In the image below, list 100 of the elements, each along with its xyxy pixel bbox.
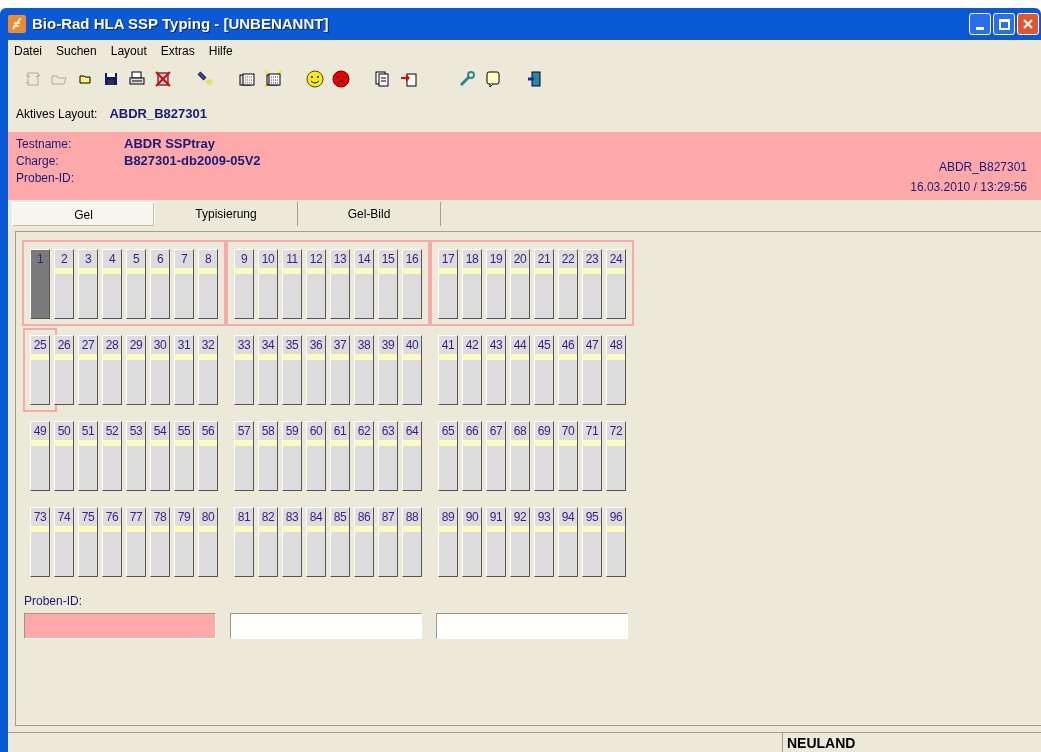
documents-icon[interactable] [374, 70, 392, 88]
gel-well-button[interactable]: 71 [582, 421, 602, 491]
gel-well-button[interactable]: 80 [198, 507, 218, 577]
gel-well-button[interactable]: 42 [462, 335, 482, 405]
gel-well-button[interactable]: 12 [306, 249, 326, 319]
sad-face-icon[interactable] [332, 70, 350, 88]
gel-well-button[interactable]: 89 [438, 507, 458, 577]
gel-well-button[interactable]: 95 [582, 507, 602, 577]
gel-well-button[interactable]: 58 [258, 421, 278, 491]
gel-well-button[interactable]: 44 [510, 335, 530, 405]
gel-well-button[interactable]: 54 [150, 421, 170, 491]
close-button[interactable] [1017, 13, 1039, 35]
gel-well-button[interactable]: 6 [150, 249, 170, 319]
gel-well-button[interactable]: 67 [486, 421, 506, 491]
gel-well-button[interactable]: 82 [258, 507, 278, 577]
gel-well-button[interactable]: 92 [510, 507, 530, 577]
gel-well-button[interactable]: 59 [282, 421, 302, 491]
gel-well-button[interactable]: 53 [126, 421, 146, 491]
menu-item[interactable]: Datei [14, 42, 42, 60]
gel-well-button[interactable]: 96 [606, 507, 626, 577]
gel-well-button[interactable]: 3 [78, 249, 98, 319]
gel-well-button[interactable]: 60 [306, 421, 326, 491]
gel-well-button[interactable]: 68 [510, 421, 530, 491]
gel-well-button[interactable]: 29 [126, 335, 146, 405]
gel-well-button[interactable]: 38 [354, 335, 374, 405]
gel-well-button[interactable]: 11 [282, 249, 302, 319]
gel-well-button[interactable]: 84 [306, 507, 326, 577]
gel-well-button[interactable]: 74 [54, 507, 74, 577]
gel-well-button[interactable]: 49 [30, 421, 50, 491]
gel-well-button[interactable]: 22 [558, 249, 578, 319]
gel-well-button[interactable]: 35 [282, 335, 302, 405]
gel-well-button[interactable]: 56 [198, 421, 218, 491]
gel-well-button[interactable]: 9 [234, 249, 254, 319]
sample-id-field[interactable] [24, 613, 216, 639]
tab[interactable]: Gel [12, 202, 155, 226]
gel-well-button[interactable]: 20 [510, 249, 530, 319]
wrench-icon[interactable] [458, 70, 476, 88]
menu-item[interactable]: Layout [110, 42, 147, 60]
gel-well-button[interactable]: 31 [174, 335, 194, 405]
gel-well-button[interactable]: 41 [438, 335, 458, 405]
gel-well-button[interactable]: 65 [438, 421, 458, 491]
gel-well-button[interactable]: 18 [462, 249, 482, 319]
gel-well-button[interactable]: 52 [102, 421, 122, 491]
gel-well-button[interactable]: 34 [258, 335, 278, 405]
gel-well-button[interactable]: 51 [78, 421, 98, 491]
gel-well-button[interactable]: 36 [306, 335, 326, 405]
gel-well-button[interactable]: 63 [378, 421, 398, 491]
gel-well-button[interactable]: 76 [102, 507, 122, 577]
gel-well-button[interactable]: 2 [54, 249, 74, 319]
menu-item[interactable]: Suchen [56, 42, 97, 60]
gel-well-button[interactable]: 47 [582, 335, 602, 405]
gel-well-button[interactable]: 15 [378, 249, 398, 319]
gel-well-button[interactable]: 17 [438, 249, 458, 319]
gel-well-button[interactable]: 77 [126, 507, 146, 577]
gel-well-button[interactable]: 91 [486, 507, 506, 577]
gel-well-button[interactable]: 32 [198, 335, 218, 405]
gel-well-button[interactable]: 61 [330, 421, 350, 491]
gel-well-button[interactable]: 85 [330, 507, 350, 577]
smiley-icon[interactable] [306, 70, 324, 88]
gel-well-button[interactable]: 30 [150, 335, 170, 405]
gel-well-button[interactable]: 28 [102, 335, 122, 405]
gel-well-button[interactable]: 94 [558, 507, 578, 577]
gel-well-button[interactable]: 64 [402, 421, 422, 491]
gel-well-button[interactable]: 86 [354, 507, 374, 577]
gel-well-button[interactable]: 4 [102, 249, 122, 319]
exit-door-icon[interactable] [526, 70, 544, 88]
save-icon[interactable] [102, 70, 120, 88]
gel-well-button[interactable]: 13 [330, 249, 350, 319]
sample-id-field[interactable] [436, 613, 628, 639]
gel-well-button[interactable]: 5 [126, 249, 146, 319]
gel-well-button[interactable]: 43 [486, 335, 506, 405]
gel-well-button[interactable]: 46 [558, 335, 578, 405]
gel-well-button[interactable]: 57 [234, 421, 254, 491]
gel-well-button[interactable]: 7 [174, 249, 194, 319]
gel-well-button[interactable]: 37 [330, 335, 350, 405]
gel-well-button[interactable]: 79 [174, 507, 194, 577]
gel-well-button[interactable]: 48 [606, 335, 626, 405]
gel-well-button[interactable]: 81 [234, 507, 254, 577]
gel-well-button[interactable]: 19 [486, 249, 506, 319]
gel-well-button[interactable]: 23 [582, 249, 602, 319]
sample-id-field[interactable] [230, 613, 422, 639]
gel-well-button[interactable]: 24 [606, 249, 626, 319]
gel-well-button[interactable]: 87 [378, 507, 398, 577]
gel-stack-highlight-icon[interactable] [264, 70, 282, 88]
gel-well-button[interactable]: 39 [378, 335, 398, 405]
gel-well-button[interactable]: 45 [534, 335, 554, 405]
menu-item[interactable]: Hilfe [208, 42, 233, 60]
gel-well-button[interactable]: 40 [402, 335, 422, 405]
import-document-icon[interactable] [400, 70, 418, 88]
menu-item[interactable]: Extras [160, 42, 195, 60]
gel-well-button[interactable]: 10 [258, 249, 278, 319]
gel-well-button[interactable]: 55 [174, 421, 194, 491]
gel-well-button[interactable]: 69 [534, 421, 554, 491]
gel-well-button[interactable]: 93 [534, 507, 554, 577]
gel-well-button[interactable]: 50 [54, 421, 74, 491]
gel-well-button[interactable]: 70 [558, 421, 578, 491]
printer-icon[interactable] [128, 70, 146, 88]
minimize-button[interactable] [969, 13, 991, 35]
gel-well-button[interactable]: 62 [354, 421, 374, 491]
gel-well-button[interactable]: 27 [78, 335, 98, 405]
